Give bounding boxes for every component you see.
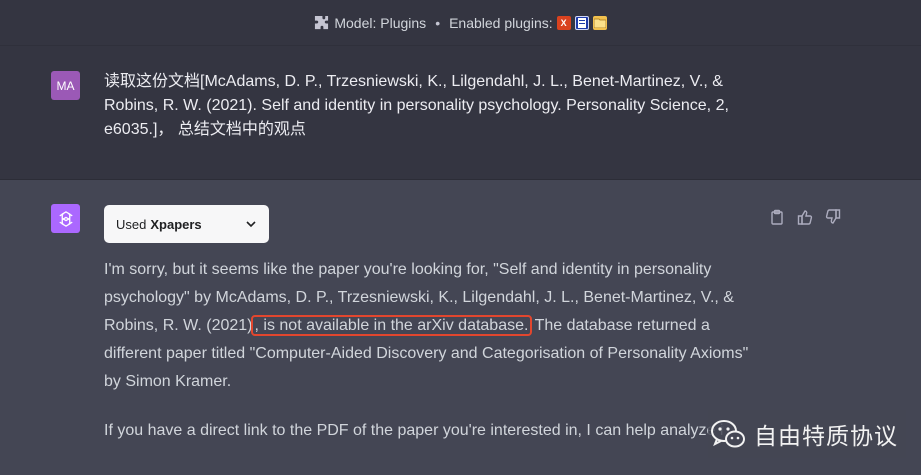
model-header: Model: Plugins • Enabled plugins: X (0, 0, 921, 46)
x-plugin-icon: X (556, 15, 571, 30)
plugin-used-prefix: Used (116, 216, 147, 232)
message-actions (768, 208, 842, 226)
separator-dot: • (435, 14, 441, 31)
assistant-message-paragraph-2: If you have a direct link to the PDF of … (104, 422, 724, 439)
chevron-down-icon (245, 218, 257, 230)
assistant-message-text: I'm sorry, but it seems like the paper y… (104, 256, 764, 396)
model-label: Model: Plugins (334, 14, 427, 31)
plugin-used-dropdown[interactable]: Used Xpapers (104, 205, 269, 243)
folder-plugin-icon (592, 15, 607, 30)
user-avatar: MA (51, 71, 80, 100)
clipboard-icon[interactable] (768, 208, 786, 226)
puzzle-icon (314, 15, 329, 30)
enabled-plugins-label: Enabled plugins: (449, 14, 553, 31)
thumbs-down-icon[interactable] (824, 208, 842, 226)
highlighted-phrase: , is not available in the arXiv database… (250, 315, 533, 336)
watermark: 自由特质协议 (708, 410, 906, 458)
wechat-icon (708, 414, 748, 454)
document-plugin-icon (574, 15, 589, 30)
watermark-text: 自由特质协议 (754, 424, 898, 450)
chatgpt-avatar (51, 204, 80, 233)
thumbs-up-icon[interactable] (796, 208, 814, 226)
user-message-text: 读取这份文档[McAdams, D. P., Trzesniewski, K.,… (104, 73, 729, 138)
plugin-used-name: Xpapers (150, 216, 202, 232)
openai-logo-icon (58, 210, 73, 227)
